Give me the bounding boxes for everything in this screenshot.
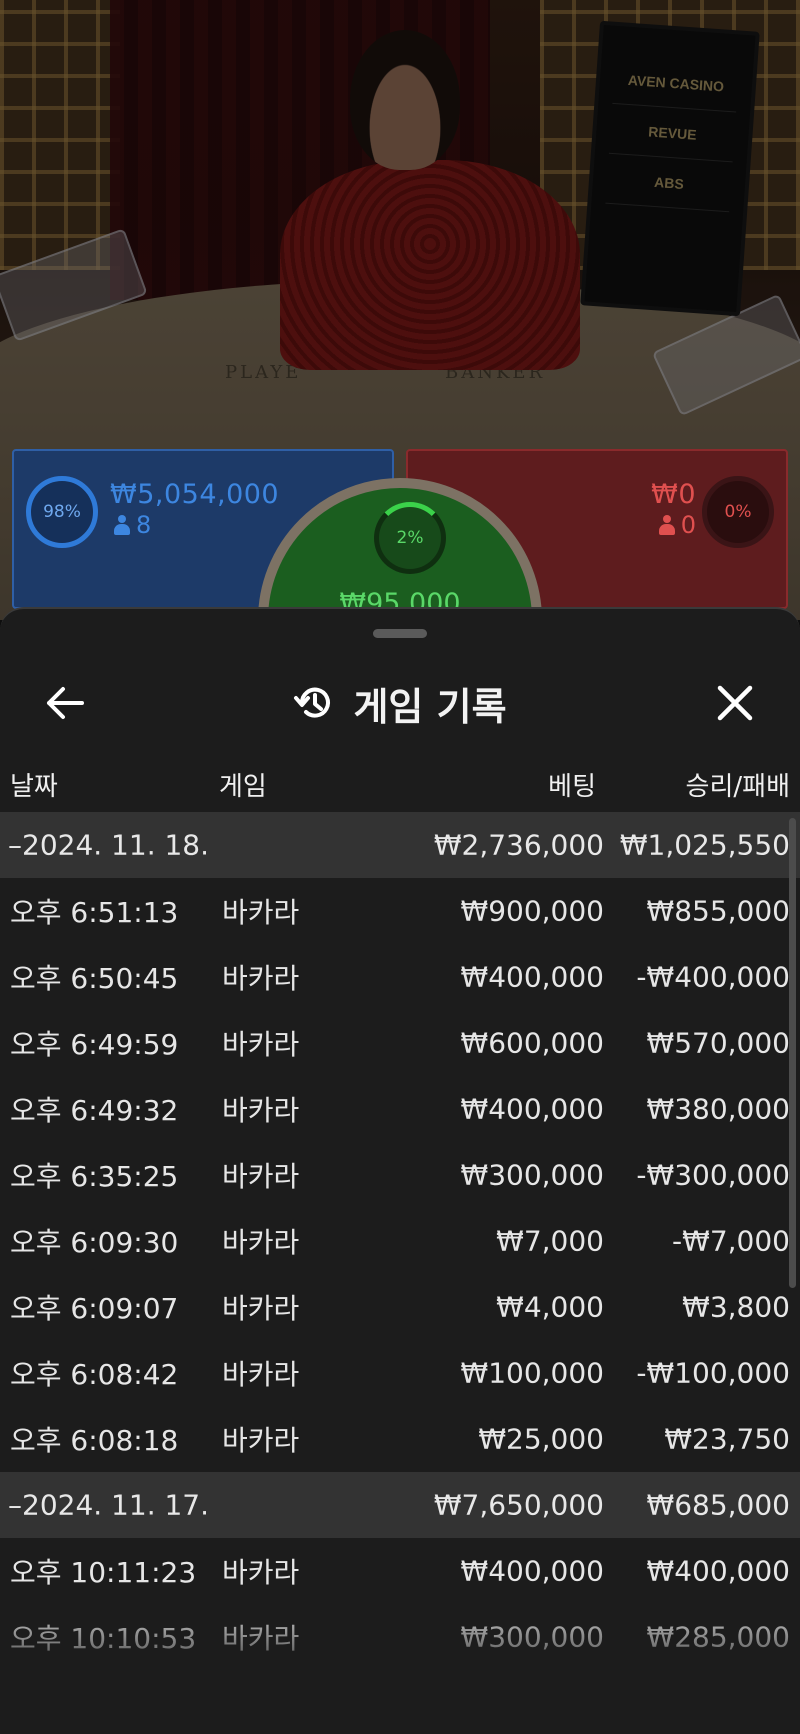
row-time: 오후 6:51:13 <box>10 896 179 929</box>
row-bet: ₩600,000 <box>460 1026 604 1060</box>
row-game: 바카라 <box>222 896 300 929</box>
row-bet: ₩300,000 <box>460 1620 604 1654</box>
row-bet: ₩25,000 <box>478 1422 604 1456</box>
row-bet: ₩4,000 <box>496 1290 604 1324</box>
tie-percent-ring: 2% <box>374 502 446 574</box>
day-total-result: ₩1,025,550 <box>619 828 790 862</box>
game-history-sheet: 게임 기록 날짜 게임 베팅 승리/패배 –2024. 11. 18. ₩2,7… <box>0 607 800 1734</box>
row-result: ₩285,000 <box>646 1620 790 1654</box>
day-total-result: ₩685,000 <box>646 1488 790 1522</box>
history-row[interactable]: 오후 6:50:45 바카라 ₩400,000 -₩400,000 <box>0 944 800 1010</box>
history-column-headers: 날짜 게임 베팅 승리/패배 <box>0 746 800 812</box>
person-icon <box>658 515 675 535</box>
row-time: 오후 10:10:53 <box>10 1622 197 1655</box>
player-percent-ring: 98% <box>26 476 98 548</box>
day-summary-row[interactable]: –2024. 11. 18. ₩2,736,000 ₩1,025,550 <box>0 812 800 878</box>
row-game: 바카라 <box>222 1094 300 1127</box>
history-row[interactable]: 오후 6:08:42 바카라 ₩100,000 -₩100,000 <box>0 1340 800 1406</box>
row-time: 오후 6:09:30 <box>10 1226 179 1259</box>
close-icon <box>717 685 753 721</box>
row-game: 바카라 <box>222 1424 300 1457</box>
row-result: ₩855,000 <box>646 894 790 928</box>
row-time: 오후 6:49:59 <box>10 1028 179 1061</box>
history-row[interactable]: 오후 6:09:30 바카라 ₩7,000 -₩7,000 <box>0 1208 800 1274</box>
row-result: -₩300,000 <box>636 1158 790 1192</box>
row-game: 바카라 <box>222 1622 300 1655</box>
row-bet: ₩400,000 <box>460 1092 604 1126</box>
banker-bettor-count: 0 <box>658 511 696 539</box>
day-total-bet: ₩2,736,000 <box>433 828 604 862</box>
history-row[interactable]: 오후 10:10:53 바카라 ₩300,000 ₩285,000 <box>0 1604 800 1670</box>
row-game: 바카라 <box>222 1358 300 1391</box>
person-icon <box>114 515 130 535</box>
history-icon <box>294 687 331 718</box>
row-time: 오후 10:11:23 <box>10 1556 197 1589</box>
row-bet: ₩900,000 <box>460 894 604 928</box>
row-time: 오후 6:49:32 <box>10 1094 179 1127</box>
column-header-bet: 베팅 <box>548 772 596 802</box>
sheet-drag-handle[interactable] <box>373 629 427 638</box>
sheet-title: 게임 기록 <box>353 684 507 729</box>
row-time: 오후 6:09:07 <box>10 1292 179 1325</box>
row-bet: ₩7,000 <box>496 1224 604 1258</box>
row-time: 오후 6:50:45 <box>10 962 179 995</box>
row-result: ₩400,000 <box>646 1554 790 1588</box>
tie-percent: 2% <box>396 528 424 548</box>
row-bet: ₩300,000 <box>460 1158 604 1192</box>
row-game: 바카라 <box>222 1556 300 1589</box>
history-row[interactable]: 오후 6:09:07 바카라 ₩4,000 ₩3,800 <box>0 1274 800 1340</box>
row-result: -₩100,000 <box>636 1356 790 1390</box>
row-time: 오후 6:35:25 <box>10 1160 179 1193</box>
row-time: 오후 6:08:18 <box>10 1424 179 1457</box>
row-bet: ₩100,000 <box>460 1356 604 1390</box>
row-result: ₩23,750 <box>664 1422 790 1456</box>
row-bet: ₩400,000 <box>460 1554 604 1588</box>
history-row[interactable]: 오후 6:49:59 바카라 ₩600,000 ₩570,000 <box>0 1010 800 1076</box>
history-list[interactable]: –2024. 11. 18. ₩2,736,000 ₩1,025,550 오후 … <box>0 812 800 1734</box>
column-header-date: 날짜 <box>10 772 58 802</box>
history-row[interactable]: 오후 6:08:18 바카라 ₩25,000 ₩23,750 <box>0 1406 800 1472</box>
row-result: -₩400,000 <box>636 960 790 994</box>
row-game: 바카라 <box>222 1028 300 1061</box>
player-bet-amount: ₩5,054,000 <box>110 479 280 510</box>
sheet-header: 게임 기록 <box>0 657 800 747</box>
close-button[interactable] <box>700 673 770 733</box>
history-row[interactable]: 오후 6:35:25 바카라 ₩300,000 -₩300,000 <box>0 1142 800 1208</box>
row-game: 바카라 <box>222 1292 300 1325</box>
row-result: ₩3,800 <box>682 1290 790 1324</box>
row-time: 오후 6:08:42 <box>10 1358 179 1391</box>
day-date: –2024. 11. 17. <box>8 1488 210 1522</box>
sheet-title-group: 게임 기록 <box>0 673 800 733</box>
banker-bet-amount: ₩0 <box>651 479 696 510</box>
banker-count-value: 0 <box>680 511 696 539</box>
banker-percent-ring: 0% <box>702 476 774 548</box>
row-bet: ₩400,000 <box>460 960 604 994</box>
row-result: -₩7,000 <box>672 1224 790 1258</box>
history-row[interactable]: 오후 10:11:23 바카라 ₩400,000 ₩400,000 <box>0 1538 800 1604</box>
player-percent: 98% <box>43 502 81 522</box>
player-bettor-count: 8 <box>114 511 151 539</box>
column-header-game: 게임 <box>219 772 267 802</box>
column-header-result: 승리/패배 <box>685 772 790 802</box>
history-row[interactable]: 오후 6:51:13 바카라 ₩900,000 ₩855,000 <box>0 878 800 944</box>
day-total-bet: ₩7,650,000 <box>433 1488 604 1522</box>
scrollbar[interactable] <box>789 818 796 1288</box>
row-result: ₩380,000 <box>646 1092 790 1126</box>
day-date: –2024. 11. 18. <box>8 828 210 862</box>
row-result: ₩570,000 <box>646 1026 790 1060</box>
row-game: 바카라 <box>222 1226 300 1259</box>
day-summary-row[interactable]: –2024. 11. 17. ₩7,650,000 ₩685,000 <box>0 1472 800 1538</box>
row-game: 바카라 <box>222 962 300 995</box>
row-game: 바카라 <box>222 1160 300 1193</box>
player-count-value: 8 <box>136 511 152 539</box>
banker-percent: 0% <box>724 502 752 522</box>
history-row[interactable]: 오후 6:49:32 바카라 ₩400,000 ₩380,000 <box>0 1076 800 1142</box>
